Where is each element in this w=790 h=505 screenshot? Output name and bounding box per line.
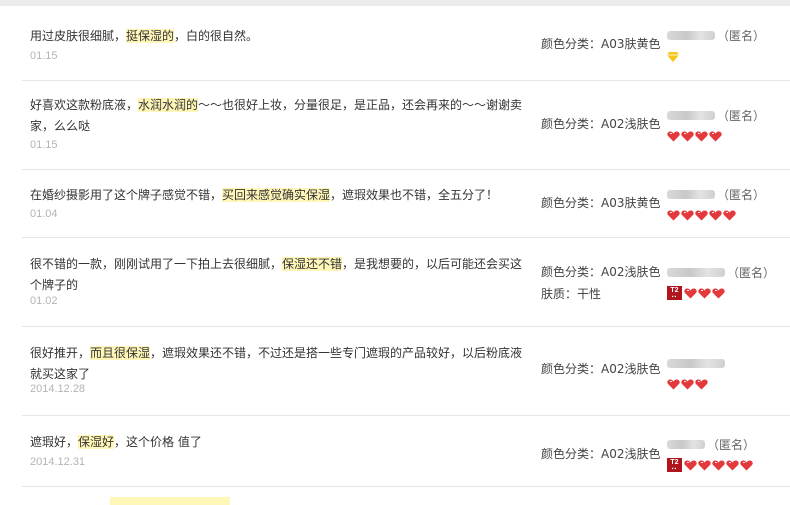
review-text: 遮瑕好，保湿好，这个价格 值了 bbox=[30, 432, 525, 453]
review-keyword-highlight[interactable]: 保湿还不错 bbox=[282, 257, 343, 271]
heart-icon bbox=[667, 210, 680, 220]
review-row: 很不错的一款，刚刚试用了一下拍上去很细腻，保湿还不错，是我想要的，以后可能还会买… bbox=[22, 238, 790, 327]
review-row: 在婚纱摄影用了这个牌子感觉不错，买回来感觉确实保湿，遮瑕效果也不错，全五分了！ … bbox=[22, 170, 790, 238]
review-text: 好喜欢这款粉底液，水润水润的～～也很好上妆，分量很足，是正品，还会再来的～～谢谢… bbox=[30, 95, 525, 137]
review-row: 好喜欢这款粉底液，水润水润的～～也很好上妆，分量很足，是正品，还会再来的～～谢谢… bbox=[22, 81, 790, 170]
heart-icon bbox=[681, 131, 694, 141]
review-text-part: ，这个价格 值了 bbox=[114, 435, 202, 449]
review-text: 很好推开，而且很保湿，遮瑕效果还不错，不过还是搭一些专门遮瑕的产品较好，以后粉底… bbox=[30, 343, 525, 385]
heart-icon bbox=[709, 131, 722, 141]
heart-icon bbox=[698, 288, 711, 298]
anonymous-label: （匿名） bbox=[717, 108, 766, 123]
review-text: 很不错的一款，刚刚试用了一下拍上去很细腻，保湿还不错，是我想要的，以后可能还会买… bbox=[30, 254, 525, 296]
reviewer-name-blurred bbox=[667, 189, 715, 199]
heart-icon bbox=[667, 131, 680, 141]
reviewer-info: （匿名） bbox=[667, 27, 790, 63]
review-text-part: 好喜欢这款粉底液， bbox=[30, 98, 139, 112]
heart-icon bbox=[695, 210, 708, 220]
review-list: 用过皮肤很细腻，挺保湿的，白的很自然。 01.15 颜色分类：A03肤黄色 （匿… bbox=[22, 6, 790, 487]
review-row: 很好推开，而且很保湿，遮瑕效果还不错，不过还是搭一些专门遮瑕的产品较好，以后粉底… bbox=[22, 327, 790, 416]
anonymous-label: （匿名） bbox=[707, 437, 756, 452]
review-text-part: 用过皮肤很细腻， bbox=[30, 29, 127, 43]
review-attributes: 颜色分类：A02浅肤色 bbox=[541, 443, 660, 465]
review-text-part: 很好推开， bbox=[30, 346, 91, 360]
review-date: 2014.12.28 bbox=[30, 383, 86, 395]
heart-icon bbox=[681, 210, 694, 220]
skin-type: 肤质：干性 bbox=[541, 287, 602, 301]
heart-icon bbox=[684, 288, 697, 298]
review-row: 遮瑕好，保湿好，这个价格 值了 2014.12.31 颜色分类：A02浅肤色 （… bbox=[22, 416, 790, 487]
reviewer-info bbox=[667, 355, 790, 391]
review-keyword-highlight[interactable]: 水润水润的 bbox=[138, 98, 199, 112]
review-keyword-highlight[interactable]: 买回来感觉确实保湿 bbox=[222, 188, 331, 202]
heart-icon bbox=[684, 460, 697, 470]
heart-icon bbox=[681, 379, 694, 389]
review-date: 01.15 bbox=[30, 139, 58, 151]
color-category: 颜色分类：A02浅肤色 bbox=[541, 362, 661, 376]
review-attributes: 颜色分类：A03肤黄色 bbox=[541, 192, 660, 214]
reviewer-info: （匿名） T2 ▪▪ bbox=[667, 436, 790, 472]
heart-icon bbox=[726, 460, 739, 470]
heart-icon bbox=[695, 131, 708, 141]
reviewer-credit-badges[interactable] bbox=[667, 49, 790, 63]
heart-icon bbox=[709, 210, 722, 220]
heart-icon bbox=[695, 379, 708, 389]
color-category: 颜色分类：A02浅肤色 bbox=[541, 117, 661, 131]
review-keyword-highlight[interactable]: 挺保湿的 bbox=[126, 29, 175, 43]
review-text-part: 在婚纱摄影用了这个牌子感觉不错， bbox=[30, 188, 223, 202]
review-text-part: ，白的很自然。 bbox=[174, 29, 259, 43]
review-date: 2014.12.31 bbox=[30, 456, 86, 468]
color-category: 颜色分类：A03肤黄色 bbox=[541, 37, 661, 51]
reviewer-credit-badges[interactable] bbox=[667, 129, 790, 143]
heart-icon bbox=[667, 379, 680, 389]
review-keyword-highlight[interactable]: 保湿好 bbox=[78, 435, 115, 449]
anonymous-label: （匿名） bbox=[717, 28, 766, 43]
heart-icon bbox=[698, 460, 711, 470]
review-text: 用过皮肤很细腻，挺保湿的，白的很自然。 bbox=[30, 26, 525, 47]
diamond-icon bbox=[667, 51, 679, 62]
review-date: 01.04 bbox=[30, 208, 58, 220]
review-attributes: 颜色分类：A03肤黄色 bbox=[541, 33, 660, 55]
review-date: 01.15 bbox=[30, 50, 58, 62]
color-category: 颜色分类：A02浅肤色 bbox=[541, 447, 661, 461]
review-keyword-highlight[interactable]: 而且很保湿 bbox=[90, 346, 151, 360]
t2-label: T2 bbox=[670, 287, 679, 294]
reviewer-credit-badges[interactable]: T2 ▪▪ bbox=[667, 458, 790, 472]
heart-icon bbox=[712, 460, 725, 470]
review-text-part: 遮瑕好， bbox=[30, 435, 79, 449]
reviewer-info: （匿名） bbox=[667, 186, 790, 222]
reviewer-credit-badges[interactable] bbox=[667, 208, 790, 222]
heart-icon bbox=[723, 210, 736, 220]
color-category: 颜色分类：A02浅肤色 bbox=[541, 265, 661, 279]
review-text-part: ，遮瑕效果也不错，全五分了！ bbox=[330, 188, 499, 202]
reviewer-name-blurred bbox=[667, 30, 715, 40]
next-review-highlight-partial bbox=[110, 497, 230, 505]
color-category: 颜色分类：A03肤黄色 bbox=[541, 196, 661, 210]
anonymous-label: （匿名） bbox=[727, 265, 776, 280]
anonymous-label: （匿名） bbox=[717, 187, 766, 202]
t2-label: T2 bbox=[670, 459, 679, 466]
reviewer-info: （匿名） T2 ▪▪ bbox=[667, 264, 790, 300]
t2-level-badge: T2 ▪▪ bbox=[667, 458, 682, 472]
reviewer-credit-badges[interactable]: T2 ▪▪ bbox=[667, 286, 790, 300]
review-attributes: 颜色分类：A02浅肤色 肤质：干性 bbox=[541, 261, 660, 305]
review-text-part: 很不错的一款，刚刚试用了一下拍上去很细腻， bbox=[30, 257, 283, 271]
heart-icon bbox=[712, 288, 725, 298]
reviewer-name-blurred bbox=[667, 358, 725, 368]
review-row: 用过皮肤很细腻，挺保湿的，白的很自然。 01.15 颜色分类：A03肤黄色 （匿… bbox=[22, 6, 790, 81]
t2-level-badge: T2 ▪▪ bbox=[667, 286, 682, 300]
heart-icon bbox=[740, 460, 753, 470]
reviewer-name-blurred bbox=[667, 267, 725, 277]
review-text: 在婚纱摄影用了这个牌子感觉不错，买回来感觉确实保湿，遮瑕效果也不错，全五分了！ bbox=[30, 185, 525, 206]
reviewer-info: （匿名） bbox=[667, 107, 790, 143]
reviewer-name-blurred bbox=[667, 110, 715, 120]
reviewer-credit-badges[interactable] bbox=[667, 377, 790, 391]
review-attributes: 颜色分类：A02浅肤色 bbox=[541, 358, 660, 380]
review-attributes: 颜色分类：A02浅肤色 bbox=[541, 113, 660, 135]
review-date: 01.02 bbox=[30, 295, 58, 307]
reviewer-name-blurred bbox=[667, 439, 705, 449]
